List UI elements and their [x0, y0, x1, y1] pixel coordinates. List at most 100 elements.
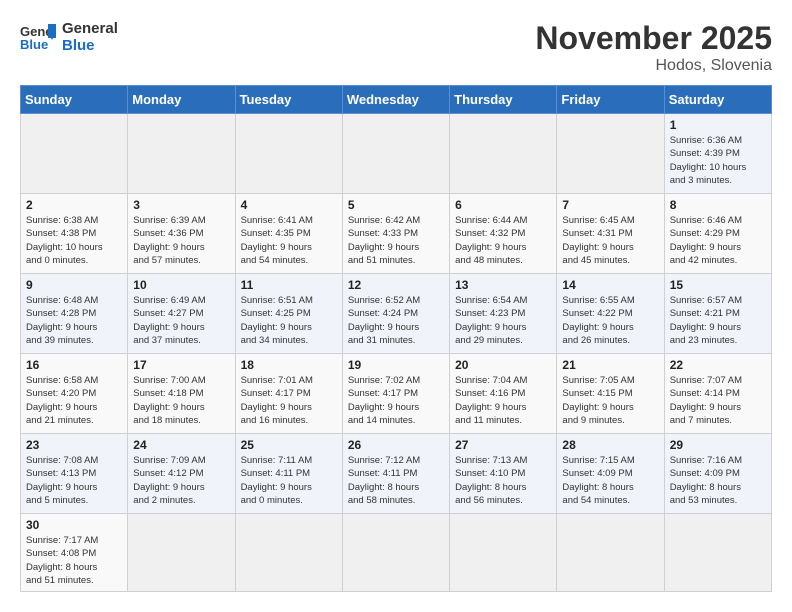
- calendar-cell: 1Sunrise: 6:36 AM Sunset: 4:39 PM Daylig…: [664, 114, 771, 194]
- calendar-cell: [21, 114, 128, 194]
- day-number: 29: [670, 438, 766, 452]
- calendar-cell: 30 Sunrise: 7:17 AM Sunset: 4:08 PM Dayli…: [21, 514, 128, 592]
- calendar-cell: 7 Sunrise: 6:45 AM Sunset: 4:31 PM Daylig…: [557, 194, 664, 274]
- day-number: 11: [241, 278, 337, 292]
- calendar-cell: 11Sunrise: 6:51 AM Sunset: 4:25 PM Dayli…: [235, 274, 342, 354]
- calendar-cell: 13 Sunrise: 6:54 AM Sunset: 4:23 PM Dayli…: [450, 274, 557, 354]
- calendar-cell: 16Sunrise: 6:58 AM Sunset: 4:20 PM Dayli…: [21, 354, 128, 434]
- day-number: 2: [26, 198, 122, 212]
- calendar-cell: 21Sunrise: 7:05 AM Sunset: 4:15 PM Dayli…: [557, 354, 664, 434]
- day-info: Sunrise: 7:02 AM Sunset: 4:17 PM Dayligh…: [348, 374, 444, 427]
- day-info: Sunrise: 7:11 AM Sunset: 4:11 PM Dayligh…: [241, 454, 337, 507]
- calendar-cell: 29Sunrise: 7:16 AM Sunset: 4:09 PM Dayli…: [664, 434, 771, 514]
- logo-blue: Blue: [62, 37, 118, 54]
- day-number: 3: [133, 198, 229, 212]
- day-info: Sunrise: 6:45 AM Sunset: 4:31 PM Dayligh…: [562, 214, 658, 267]
- calendar-cell: [664, 514, 771, 592]
- page-title: November 2025: [535, 20, 772, 57]
- day-number: 9: [26, 278, 122, 292]
- day-number: 5: [348, 198, 444, 212]
- header-monday: Monday: [128, 86, 235, 114]
- calendar-cell: 22 Sunrise: 7:07 AM Sunset: 4:14 PM Dayli…: [664, 354, 771, 434]
- calendar-cell: 15 Sunrise: 6:57 AM Sunset: 4:21 PM Dayli…: [664, 274, 771, 354]
- calendar-cell: 28 Sunrise: 7:15 AM Sunset: 4:09 PM Dayli…: [557, 434, 664, 514]
- calendar-cell: [342, 114, 449, 194]
- calendar-cell: 6Sunrise: 6:44 AM Sunset: 4:32 PM Daylig…: [450, 194, 557, 274]
- calendar-cell: [450, 514, 557, 592]
- day-number: 12: [348, 278, 444, 292]
- day-info: Sunrise: 6:48 AM Sunset: 4:28 PM Dayligh…: [26, 294, 122, 347]
- day-number: 26: [348, 438, 444, 452]
- title-area: November 2025 Hodos, Slovenia: [535, 20, 772, 75]
- calendar-cell: 26 Sunrise: 7:12 AM Sunset: 4:11 PM Dayli…: [342, 434, 449, 514]
- calendar-cell: [235, 114, 342, 194]
- calendar-cell: [128, 114, 235, 194]
- day-number: 14: [562, 278, 658, 292]
- day-info: Sunrise: 6:42 AM Sunset: 4:33 PM Dayligh…: [348, 214, 444, 267]
- calendar-table: SundayMondayTuesdayWednesdayThursdayFrid…: [20, 85, 772, 592]
- day-info: Sunrise: 6:52 AM Sunset: 4:24 PM Dayligh…: [348, 294, 444, 347]
- calendar-cell: 17Sunrise: 7:00 AM Sunset: 4:18 PM Dayli…: [128, 354, 235, 434]
- day-number: 22: [670, 358, 766, 372]
- page-subtitle: Hodos, Slovenia: [535, 57, 772, 75]
- day-number: 7: [562, 198, 658, 212]
- day-number: 24: [133, 438, 229, 452]
- calendar-cell: 24 Sunrise: 7:09 AM Sunset: 4:12 PM Dayli…: [128, 434, 235, 514]
- calendar-cell: [450, 114, 557, 194]
- day-info: Sunrise: 6:41 AM Sunset: 4:35 PM Dayligh…: [241, 214, 337, 267]
- calendar-week-6: 30 Sunrise: 7:17 AM Sunset: 4:08 PM Dayli…: [21, 514, 772, 592]
- day-number: 8: [670, 198, 766, 212]
- calendar-cell: 23Sunrise: 7:08 AM Sunset: 4:13 PM Dayli…: [21, 434, 128, 514]
- day-number: 28: [562, 438, 658, 452]
- day-number: 4: [241, 198, 337, 212]
- day-info: Sunrise: 6:36 AM Sunset: 4:39 PM Dayligh…: [670, 134, 766, 187]
- calendar-cell: 25 Sunrise: 7:11 AM Sunset: 4:11 PM Dayli…: [235, 434, 342, 514]
- logo: General Blue General Blue: [20, 20, 118, 54]
- calendar-cell: 12 Sunrise: 6:52 AM Sunset: 4:24 PM Dayli…: [342, 274, 449, 354]
- day-info: Sunrise: 6:58 AM Sunset: 4:20 PM Dayligh…: [26, 374, 122, 427]
- day-info: Sunrise: 6:46 AM Sunset: 4:29 PM Dayligh…: [670, 214, 766, 267]
- day-info: Sunrise: 7:09 AM Sunset: 4:12 PM Dayligh…: [133, 454, 229, 507]
- day-info: Sunrise: 6:55 AM Sunset: 4:22 PM Dayligh…: [562, 294, 658, 347]
- calendar-week-4: 16Sunrise: 6:58 AM Sunset: 4:20 PM Dayli…: [21, 354, 772, 434]
- day-info: Sunrise: 6:49 AM Sunset: 4:27 PM Dayligh…: [133, 294, 229, 347]
- calendar-cell: 5 Sunrise: 6:42 AM Sunset: 4:33 PM Daylig…: [342, 194, 449, 274]
- header-sunday: Sunday: [21, 86, 128, 114]
- day-number: 27: [455, 438, 551, 452]
- calendar-cell: [557, 114, 664, 194]
- calendar-week-5: 23Sunrise: 7:08 AM Sunset: 4:13 PM Dayli…: [21, 434, 772, 514]
- day-number: 25: [241, 438, 337, 452]
- calendar-cell: 9 Sunrise: 6:48 AM Sunset: 4:28 PM Daylig…: [21, 274, 128, 354]
- calendar-cell: [342, 514, 449, 592]
- logo-general: General: [62, 20, 118, 37]
- day-info: Sunrise: 7:12 AM Sunset: 4:11 PM Dayligh…: [348, 454, 444, 507]
- day-info: Sunrise: 6:57 AM Sunset: 4:21 PM Dayligh…: [670, 294, 766, 347]
- day-info: Sunrise: 7:04 AM Sunset: 4:16 PM Dayligh…: [455, 374, 551, 427]
- calendar-cell: [557, 514, 664, 592]
- calendar-cell: 10 Sunrise: 6:49 AM Sunset: 4:27 PM Dayli…: [128, 274, 235, 354]
- day-number: 10: [133, 278, 229, 292]
- day-info: Sunrise: 6:54 AM Sunset: 4:23 PM Dayligh…: [455, 294, 551, 347]
- calendar-cell: 4 Sunrise: 6:41 AM Sunset: 4:35 PM Daylig…: [235, 194, 342, 274]
- header-thursday: Thursday: [450, 86, 557, 114]
- calendar-cell: [235, 514, 342, 592]
- day-info: Sunrise: 6:39 AM Sunset: 4:36 PM Dayligh…: [133, 214, 229, 267]
- header: General Blue General Blue November 2025 …: [20, 20, 772, 75]
- day-number: 15: [670, 278, 766, 292]
- day-info: Sunrise: 7:15 AM Sunset: 4:09 PM Dayligh…: [562, 454, 658, 507]
- calendar-cell: 3 Sunrise: 6:39 AM Sunset: 4:36 PM Daylig…: [128, 194, 235, 274]
- day-number: 13: [455, 278, 551, 292]
- calendar-cell: [128, 514, 235, 592]
- day-info: Sunrise: 6:38 AM Sunset: 4:38 PM Dayligh…: [26, 214, 122, 267]
- calendar-cell: 2 Sunrise: 6:38 AM Sunset: 4:38 PM Daylig…: [21, 194, 128, 274]
- calendar-week-1: 1Sunrise: 6:36 AM Sunset: 4:39 PM Daylig…: [21, 114, 772, 194]
- day-info: Sunrise: 7:07 AM Sunset: 4:14 PM Dayligh…: [670, 374, 766, 427]
- day-number: 18: [241, 358, 337, 372]
- day-info: Sunrise: 6:44 AM Sunset: 4:32 PM Dayligh…: [455, 214, 551, 267]
- day-number: 21: [562, 358, 658, 372]
- day-info: Sunrise: 7:01 AM Sunset: 4:17 PM Dayligh…: [241, 374, 337, 427]
- day-info: Sunrise: 7:17 AM Sunset: 4:08 PM Dayligh…: [26, 534, 122, 587]
- day-info: Sunrise: 7:08 AM Sunset: 4:13 PM Dayligh…: [26, 454, 122, 507]
- calendar-cell: 20Sunrise: 7:04 AM Sunset: 4:16 PM Dayli…: [450, 354, 557, 434]
- day-number: 30: [26, 518, 122, 532]
